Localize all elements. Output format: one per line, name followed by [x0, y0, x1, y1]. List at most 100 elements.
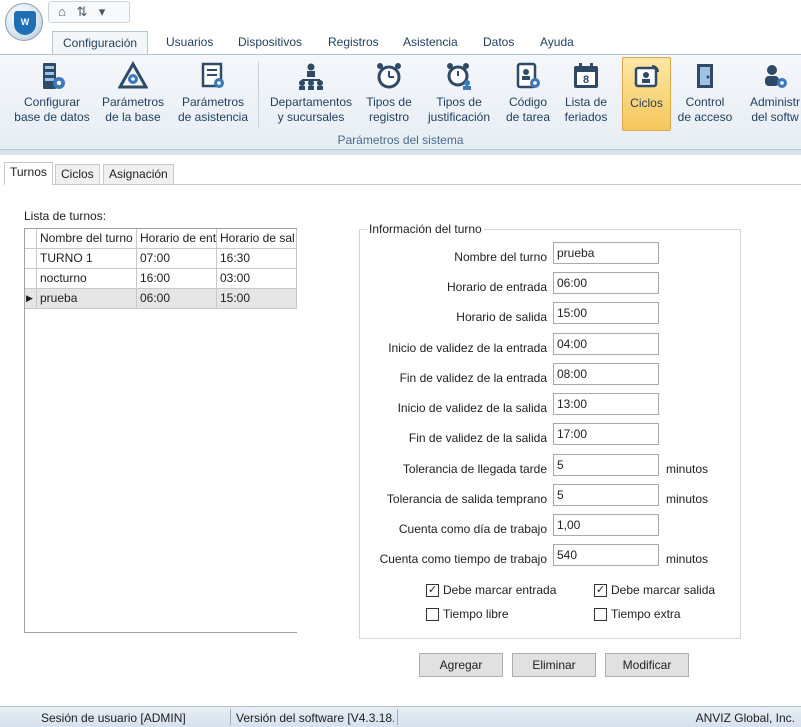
main-content: Turnos Ciclos Asignación Lista de turnos…	[0, 150, 801, 706]
entry-valid-end-input[interactable]: 08:00	[553, 363, 659, 385]
modify-button[interactable]: Modificar	[605, 653, 689, 677]
document-gear-icon	[201, 62, 224, 88]
must-check-in-checkbox[interactable]: ✓ Debe marcar entrada	[426, 582, 556, 598]
home-icon[interactable]: ⌂	[55, 5, 69, 19]
add-button[interactable]: Agregar	[419, 653, 503, 677]
ribbon-button-label: de acceso	[677, 110, 733, 124]
tab-registros[interactable]: Registros	[318, 31, 389, 54]
exit-time-input[interactable]: 15:00	[553, 302, 659, 324]
checkbox-label: Debe marcar entrada	[443, 583, 557, 597]
tab-configuracion[interactable]: Configuración	[52, 31, 149, 54]
field-label: Fin de validez de la entrada	[399, 371, 547, 385]
checkbox-unchecked-icon	[426, 607, 439, 621]
parametros-de-asistencia-button[interactable]: Parámetros de asistencia	[174, 57, 252, 131]
codigo-de-tarea-button[interactable]: Código de tarea	[502, 57, 554, 131]
ribbon-button-label: de la base	[105, 110, 161, 124]
field-row: Horario de salida 15:00	[360, 302, 740, 324]
tab-usuarios[interactable]: Usuarios	[156, 31, 223, 54]
administracion-del-software-button[interactable]: Administr del softw	[740, 57, 801, 131]
status-separator	[230, 709, 231, 725]
unit-label: minutos	[666, 492, 709, 506]
configurar-base-de-datos-button[interactable]: Configurar base de datos	[12, 57, 92, 131]
worktime-count-input[interactable]: 540	[553, 544, 659, 566]
departamentos-y-sucursales-button[interactable]: Departamentos y sucursales	[266, 57, 356, 131]
lista-de-feriados-button[interactable]: 8 Lista de feriados	[560, 57, 612, 131]
ciclos-button[interactable]: Ciclos	[622, 57, 671, 131]
cell-entrada: 06:00	[137, 289, 217, 309]
column-header-entrada[interactable]: Horario de entr	[137, 229, 217, 249]
tab-asistencia[interactable]: Asistencia	[393, 31, 468, 54]
checkbox-checked-icon: ✓	[426, 583, 439, 597]
app-menu-button[interactable]: W	[5, 3, 43, 41]
field-label: Horario de entrada	[446, 280, 547, 294]
free-time-checkbox[interactable]: Tiempo libre	[426, 606, 509, 622]
ribbon-button-label: justificación	[427, 110, 491, 124]
row-indicator	[25, 249, 37, 269]
overtime-checkbox[interactable]: Tiempo extra	[594, 606, 681, 622]
field-row: Fin de validez de la salida 17:00	[360, 423, 740, 445]
triangle-gear-icon	[118, 61, 148, 89]
session-status: Sesión de usuario [ADMIN]	[41, 711, 186, 725]
field-label: Horario de salida	[456, 310, 547, 324]
checkbox-label: Tiempo extra	[611, 607, 681, 621]
calendar-icon: 8	[574, 63, 598, 88]
parametros-de-la-base-button[interactable]: Parámetros de la base	[97, 57, 169, 131]
door-icon	[697, 64, 713, 88]
quick-access-toolbar: ⌂ ⇅ ▾	[48, 1, 130, 23]
tab-ciclos[interactable]: Ciclos	[55, 164, 100, 184]
field-row: Horario de entrada 06:00	[360, 272, 740, 294]
version-status: Versión del software [V4.3.18.(	[236, 711, 394, 725]
ribbon-separator	[258, 61, 259, 127]
ribbon-button-label: Configurar	[23, 95, 81, 109]
entry-time-input[interactable]: 06:00	[553, 272, 659, 294]
svg-text:8: 8	[583, 74, 589, 86]
late-tolerance-input[interactable]: 5	[553, 454, 659, 476]
tab-turnos[interactable]: Turnos	[4, 162, 53, 185]
tipos-de-registro-button[interactable]: Tipos de registro	[362, 57, 416, 131]
tab-datos[interactable]: Datos	[473, 31, 524, 54]
exit-valid-end-input[interactable]: 17:00	[553, 423, 659, 445]
tab-dispositivos[interactable]: Dispositivos	[228, 31, 312, 54]
field-label: Tolerancia de llegada tarde	[402, 462, 547, 476]
ribbon-button-label: Administr	[749, 95, 800, 109]
checkbox-unchecked-icon	[594, 607, 607, 621]
ribbon-button-label: de asistencia	[177, 110, 249, 124]
exit-valid-start-input[interactable]: 13:00	[553, 393, 659, 415]
checkbox-checked-icon: ✓	[594, 583, 607, 597]
ribbon-button-label: y sucursales	[277, 110, 345, 124]
delete-button[interactable]: Eliminar	[512, 653, 596, 677]
field-label: Nombre del turno	[454, 250, 547, 264]
early-exit-tolerance-input[interactable]: 5	[553, 484, 659, 506]
checkbox-label: Debe marcar salida	[611, 583, 716, 597]
shift-name-input[interactable]: prueba	[553, 242, 659, 264]
column-header-nombre[interactable]: Nombre del turno	[37, 229, 137, 249]
field-row: Inicio de validez de la entrada 04:00	[360, 333, 740, 355]
ribbon-tab-bar: Configuración Usuarios Dispositivos Regi…	[0, 28, 801, 54]
must-check-out-checkbox[interactable]: ✓ Debe marcar salida	[594, 582, 715, 598]
row-indicator	[25, 269, 37, 289]
column-header-salida[interactable]: Horario de sal	[217, 229, 297, 249]
tab-ayuda[interactable]: Ayuda	[530, 31, 584, 54]
dropdown-icon[interactable]: ▾	[95, 5, 109, 19]
table-row[interactable]: TURNO 1 07:00 16:30	[25, 249, 297, 269]
id-card-gear-icon	[516, 62, 540, 89]
field-label: Tolerancia de salida temprano	[386, 492, 547, 506]
ribbon-button-label: Control	[685, 95, 725, 109]
cell-salida: 16:30	[217, 249, 297, 269]
table-row[interactable]: nocturno 16:00 03:00	[25, 269, 297, 289]
tab-asignacion[interactable]: Asignación	[103, 164, 174, 184]
cell-entrada: 07:00	[137, 249, 217, 269]
shift-list-grid[interactable]: Nombre del turno Horario de entr Horario…	[24, 228, 297, 633]
workday-count-input[interactable]: 1,00	[553, 514, 659, 536]
alarm-clock-person-icon	[447, 63, 471, 90]
tipos-de-justificacion-button[interactable]: Tipos de justificación	[422, 57, 496, 131]
current-row-arrow-icon: ▶	[25, 289, 37, 309]
control-de-acceso-button[interactable]: Control de acceso	[677, 57, 733, 131]
sync-icon[interactable]: ⇅	[75, 5, 89, 19]
field-row: Cuenta como tiempo de trabajo 540 minuto…	[360, 544, 740, 566]
ribbon-panel: Configurar base de datos Parámetros de l…	[0, 54, 801, 150]
entry-valid-start-input[interactable]: 04:00	[553, 333, 659, 355]
ribbon-button-label: Código	[508, 95, 548, 109]
row-indicator-header	[25, 229, 37, 249]
table-row-selected[interactable]: ▶ prueba 06:00 15:00	[25, 289, 297, 309]
